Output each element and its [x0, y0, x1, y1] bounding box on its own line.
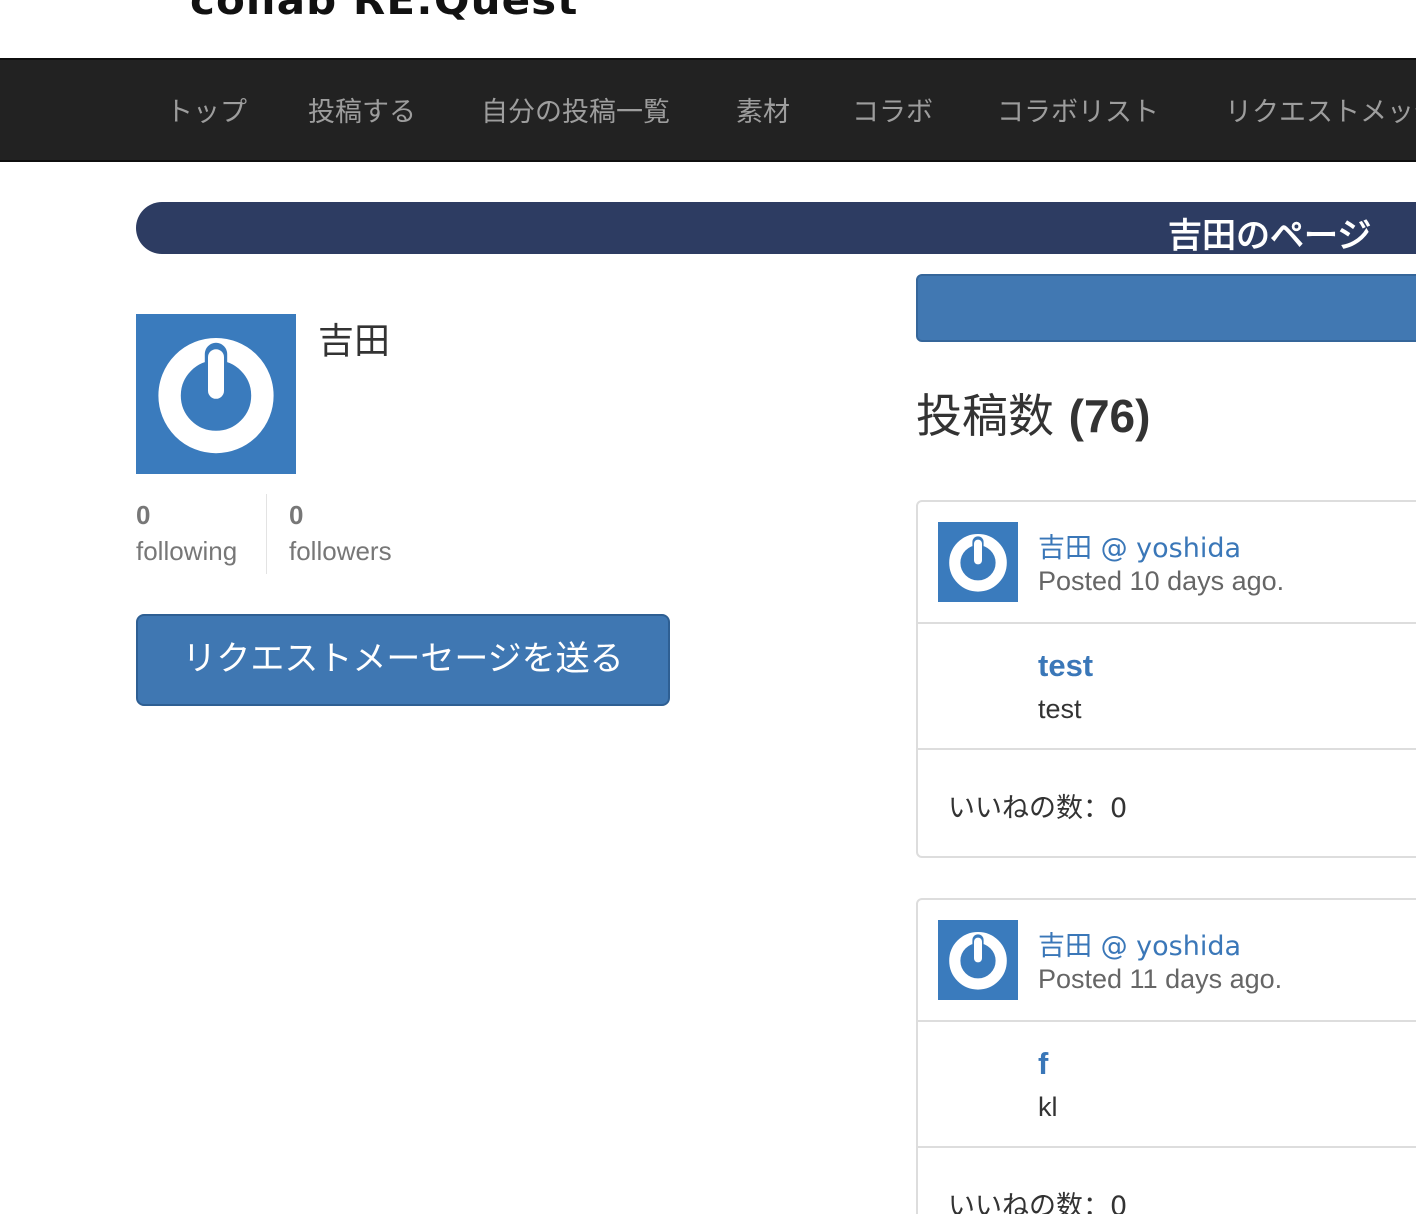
nav-item-top[interactable]: トップ [166, 90, 247, 129]
post-like-count: いいねの数：0 [948, 1191, 1128, 1214]
nav-item-collab[interactable]: コラボ [852, 90, 933, 129]
send-request-message-button[interactable]: リクエストメーセージを送る [136, 614, 670, 706]
nav-item-post[interactable]: 投稿する [308, 90, 416, 129]
post-card-header: 吉田 @ yoshida Posted 10 days ago. [918, 502, 1416, 624]
profile-name: 吉田 [318, 321, 391, 362]
post-card: 吉田 @ yoshida Posted 10 days ago. test te… [916, 500, 1416, 858]
profile-avatar [136, 314, 296, 474]
site-logo[interactable]: collab RE:Quest [190, 0, 578, 24]
page: collab RE:Quest トップ 投稿する 自分の投稿一覧 素材 コラボ … [0, 0, 1416, 1214]
post-card-body: test test [918, 624, 1416, 750]
followers-count: 0 [289, 500, 304, 530]
post-author-avatar[interactable] [938, 920, 1018, 1000]
post-author-link[interactable]: 吉田 @ yoshida [1038, 924, 1241, 963]
post-like-count: いいねの数：0 [948, 793, 1128, 824]
post-text: test [1038, 694, 1082, 724]
post-card-footer: いいねの数：0 [918, 750, 1416, 856]
posts-heading-label: 投稿数 [916, 389, 1054, 443]
site-header: collab RE:Quest [0, 0, 1416, 58]
following-stat[interactable]: 0 following [136, 498, 237, 570]
main-nav: トップ 投稿する 自分の投稿一覧 素材 コラボ コラボリスト リクエストメッセー… [0, 58, 1416, 162]
nav-item-my-posts[interactable]: 自分の投稿一覧 [481, 90, 670, 129]
power-logo-icon [136, 314, 296, 474]
posts-count: (76) [1068, 390, 1151, 442]
posts-tab-bar[interactable] [916, 274, 1416, 342]
post-card-header: 吉田 @ yoshida Posted 11 days ago. [918, 900, 1416, 1022]
post-author-link[interactable]: 吉田 @ yoshida [1038, 526, 1241, 565]
post-timestamp: Posted 10 days ago. [1038, 566, 1285, 596]
following-label: following [136, 536, 238, 566]
post-text: kl [1038, 1092, 1058, 1122]
nav-item-request-messages[interactable]: リクエストメッセージ [1225, 90, 1416, 129]
followers-label: followers [289, 536, 392, 566]
posts-count-heading: 投稿数 (76) [916, 380, 1150, 446]
nav-item-materials[interactable]: 素材 [736, 90, 790, 129]
post-timestamp: Posted 11 days ago. [1038, 964, 1283, 994]
page-title-banner: 吉田のページ [136, 202, 1416, 256]
post-author-avatar[interactable] [938, 522, 1018, 602]
nav-item-collab-list[interactable]: コラボリスト [997, 90, 1159, 129]
power-logo-icon [938, 920, 1018, 1000]
post-card-footer: いいねの数：0 [918, 1148, 1416, 1214]
post-title-link[interactable]: test [1038, 648, 1093, 684]
stat-divider [266, 494, 267, 574]
power-logo-icon [938, 522, 1018, 602]
post-card-body: f kl [918, 1022, 1416, 1148]
post-card: 吉田 @ yoshida Posted 11 days ago. f kl いい… [916, 898, 1416, 1214]
post-title-link[interactable]: f [1038, 1046, 1048, 1082]
following-count: 0 [136, 500, 151, 530]
followers-stat[interactable]: 0 followers [289, 498, 392, 570]
page-title: 吉田のページ [1168, 216, 1372, 256]
